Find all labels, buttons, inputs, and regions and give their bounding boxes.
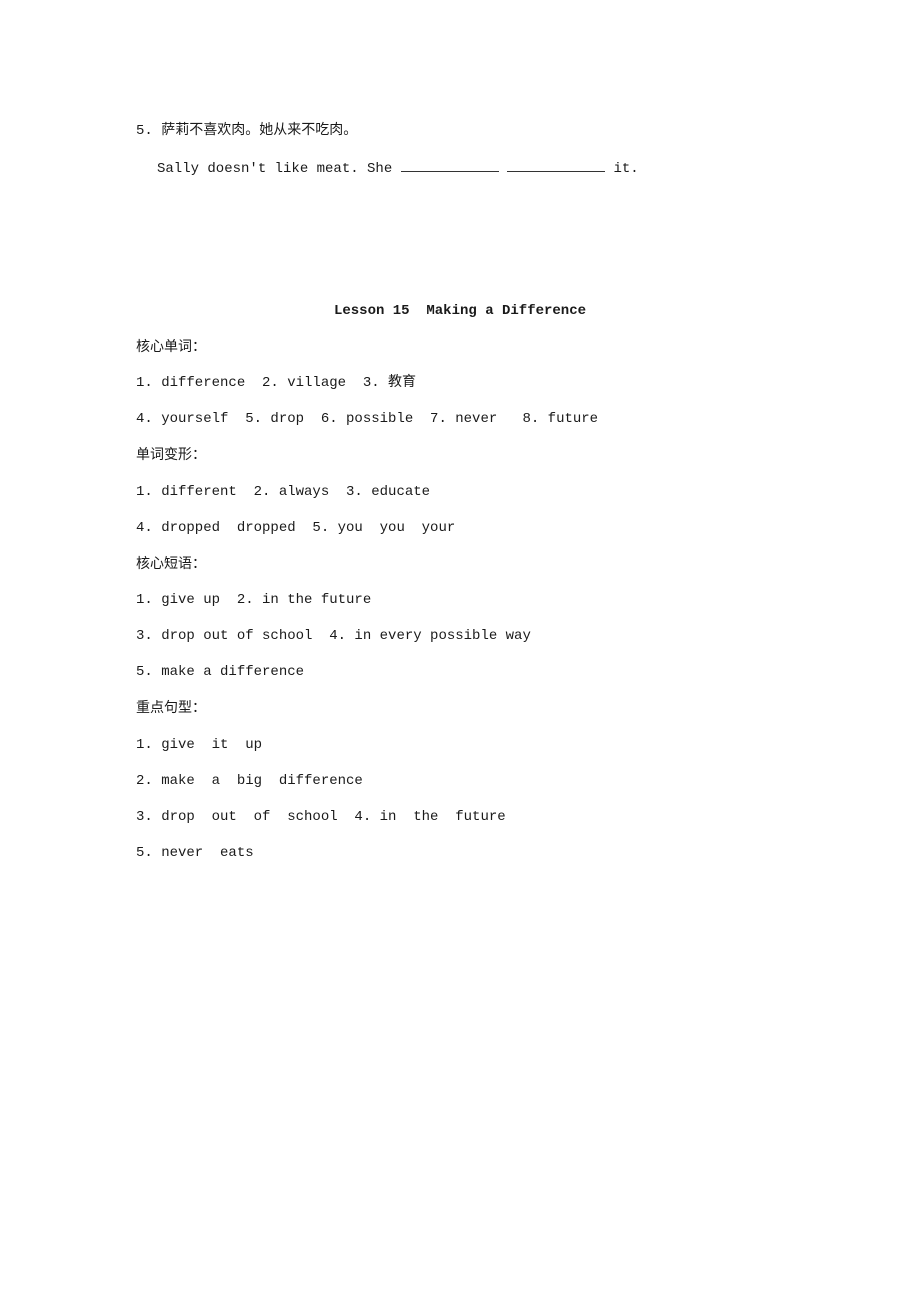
exercise-number: 5. [136,123,153,139]
key-sentences-line-3: 3. drop out of school 4. in the future [136,809,506,825]
answer-blank-2[interactable] [507,158,606,172]
key-sentences-line-1: 1. give it up [136,737,263,753]
section-heading-word-forms: 单词变形： [136,447,206,463]
exercise-sentence-end: it. [613,161,639,177]
word-forms-line-1: 1. different 2. always 3. educate [136,484,431,500]
section-heading-core-phrases: 核心短语： [136,556,206,572]
word-forms-line-2: 4. dropped dropped 5. you you your [136,520,456,536]
core-words-line-2: 4. yourself 5. drop 6. possible 7. never… [136,411,599,427]
section-heading-core-words: 核心单词： [136,339,206,355]
section-heading-key-sentences: 重点句型： [136,700,206,716]
lesson-title: Lesson 15 Making a Difference [0,302,920,320]
core-phrases-line-2: 3. drop out of school 4. in every possib… [136,628,531,644]
core-phrases-line-3: 5. make a difference [136,664,305,680]
lesson-title-text: Lesson 15 Making a Difference [333,303,587,319]
core-words-line-1: 1. difference 2. village 3. 教育 [136,375,417,391]
answer-blank-1[interactable] [400,158,499,172]
exercise-sentence-start: Sally doesn't like meat. She [157,161,393,177]
exercise-chinese: 萨莉不喜欢肉。她从来不吃肉。 [161,122,358,138]
core-phrases-line-1: 1. give up 2. in the future [136,592,372,608]
exercise-prompt: 5. 萨莉不喜欢肉。她从来不吃肉。 [136,121,357,140]
key-sentences-line-4: 5. never eats [136,845,254,861]
exercise-sentence: Sally doesn't like meat. She it. [157,158,639,178]
key-sentences-line-2: 2. make a big difference [136,773,363,789]
